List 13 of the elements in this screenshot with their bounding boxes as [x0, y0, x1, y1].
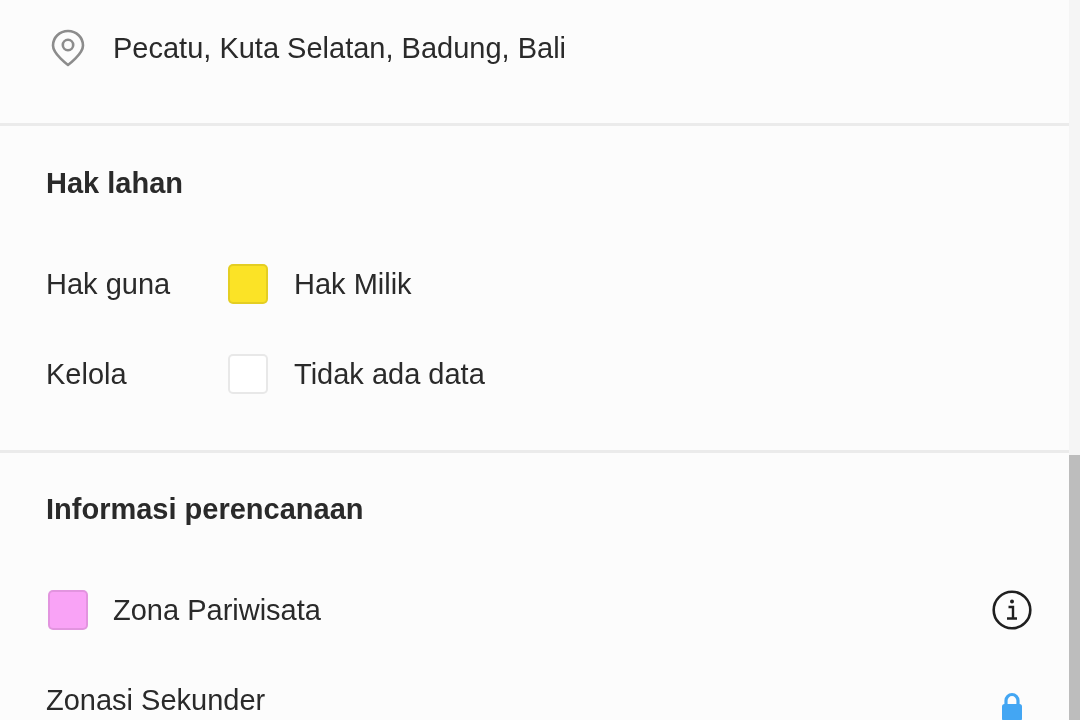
section-title: Hak lahan [46, 166, 184, 201]
info-icon [992, 590, 1032, 630]
scrollbar-thumb[interactable] [1069, 455, 1080, 720]
zone-name: Zona Pariwisata [113, 593, 322, 628]
field-value: Hak Milik [294, 267, 412, 302]
location-text: Pecatu, Kuta Selatan, Badung, Bali [113, 31, 567, 66]
subsection-title: Zonasi Sekunder [46, 683, 266, 718]
info-button[interactable] [992, 590, 1032, 630]
section-title: Informasi perencanaan [46, 492, 365, 527]
field-label: Kelola [46, 357, 128, 392]
field-label: Hak guna [46, 267, 172, 302]
location-pin-icon [50, 29, 86, 67]
field-value: Tidak ada data [294, 357, 485, 392]
